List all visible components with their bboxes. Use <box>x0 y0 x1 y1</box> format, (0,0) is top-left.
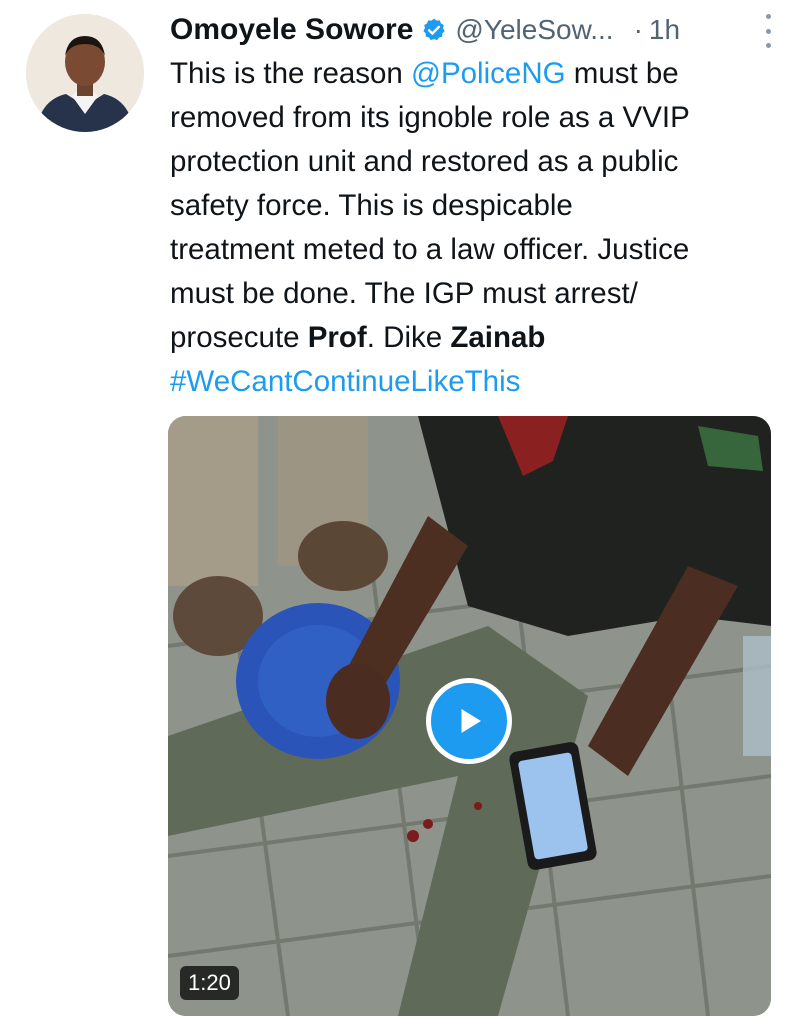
tweet-line-3: protection unit and restored as a public <box>170 145 679 178</box>
play-button[interactable] <box>426 678 512 764</box>
hashtag-link[interactable]: #WeCantContinueLikeThis <box>170 360 780 404</box>
play-icon <box>461 709 481 733</box>
tweet-line-5: treatment meted to a law officer. Justic… <box>170 233 690 266</box>
tweet-line-4: safety force. This is despicable <box>170 189 573 222</box>
author-avatar[interactable] <box>26 14 144 132</box>
verified-badge-icon <box>421 17 447 43</box>
tweet-text: This is the reason @PoliceNG must be rem… <box>170 52 780 404</box>
tweet-line-2: removed from its ignoble role as a VVIP <box>170 101 690 134</box>
tweet-header: Omoyele Sowore @YeleSow... · 1h <box>170 10 771 50</box>
separator-dot: · <box>633 14 643 45</box>
mention-link[interactable]: @PoliceNG <box>411 57 566 90</box>
tweet-line-1: This is the reason @PoliceNG must be <box>170 57 679 90</box>
video-duration-badge: 1:20 <box>180 966 239 1000</box>
tweet-line-7: prosecute Prof. Dike Zainab <box>170 321 546 354</box>
video-thumbnail[interactable]: 1:20 <box>168 416 771 1016</box>
more-options-icon[interactable] <box>758 14 778 48</box>
author-display-name[interactable]: Omoyele Sowore <box>170 13 413 47</box>
author-handle[interactable]: @YeleSow... <box>455 14 613 46</box>
tweet-line-6: must be done. The IGP must arrest/ <box>170 277 638 310</box>
tweet-timestamp[interactable]: 1h <box>649 14 680 46</box>
